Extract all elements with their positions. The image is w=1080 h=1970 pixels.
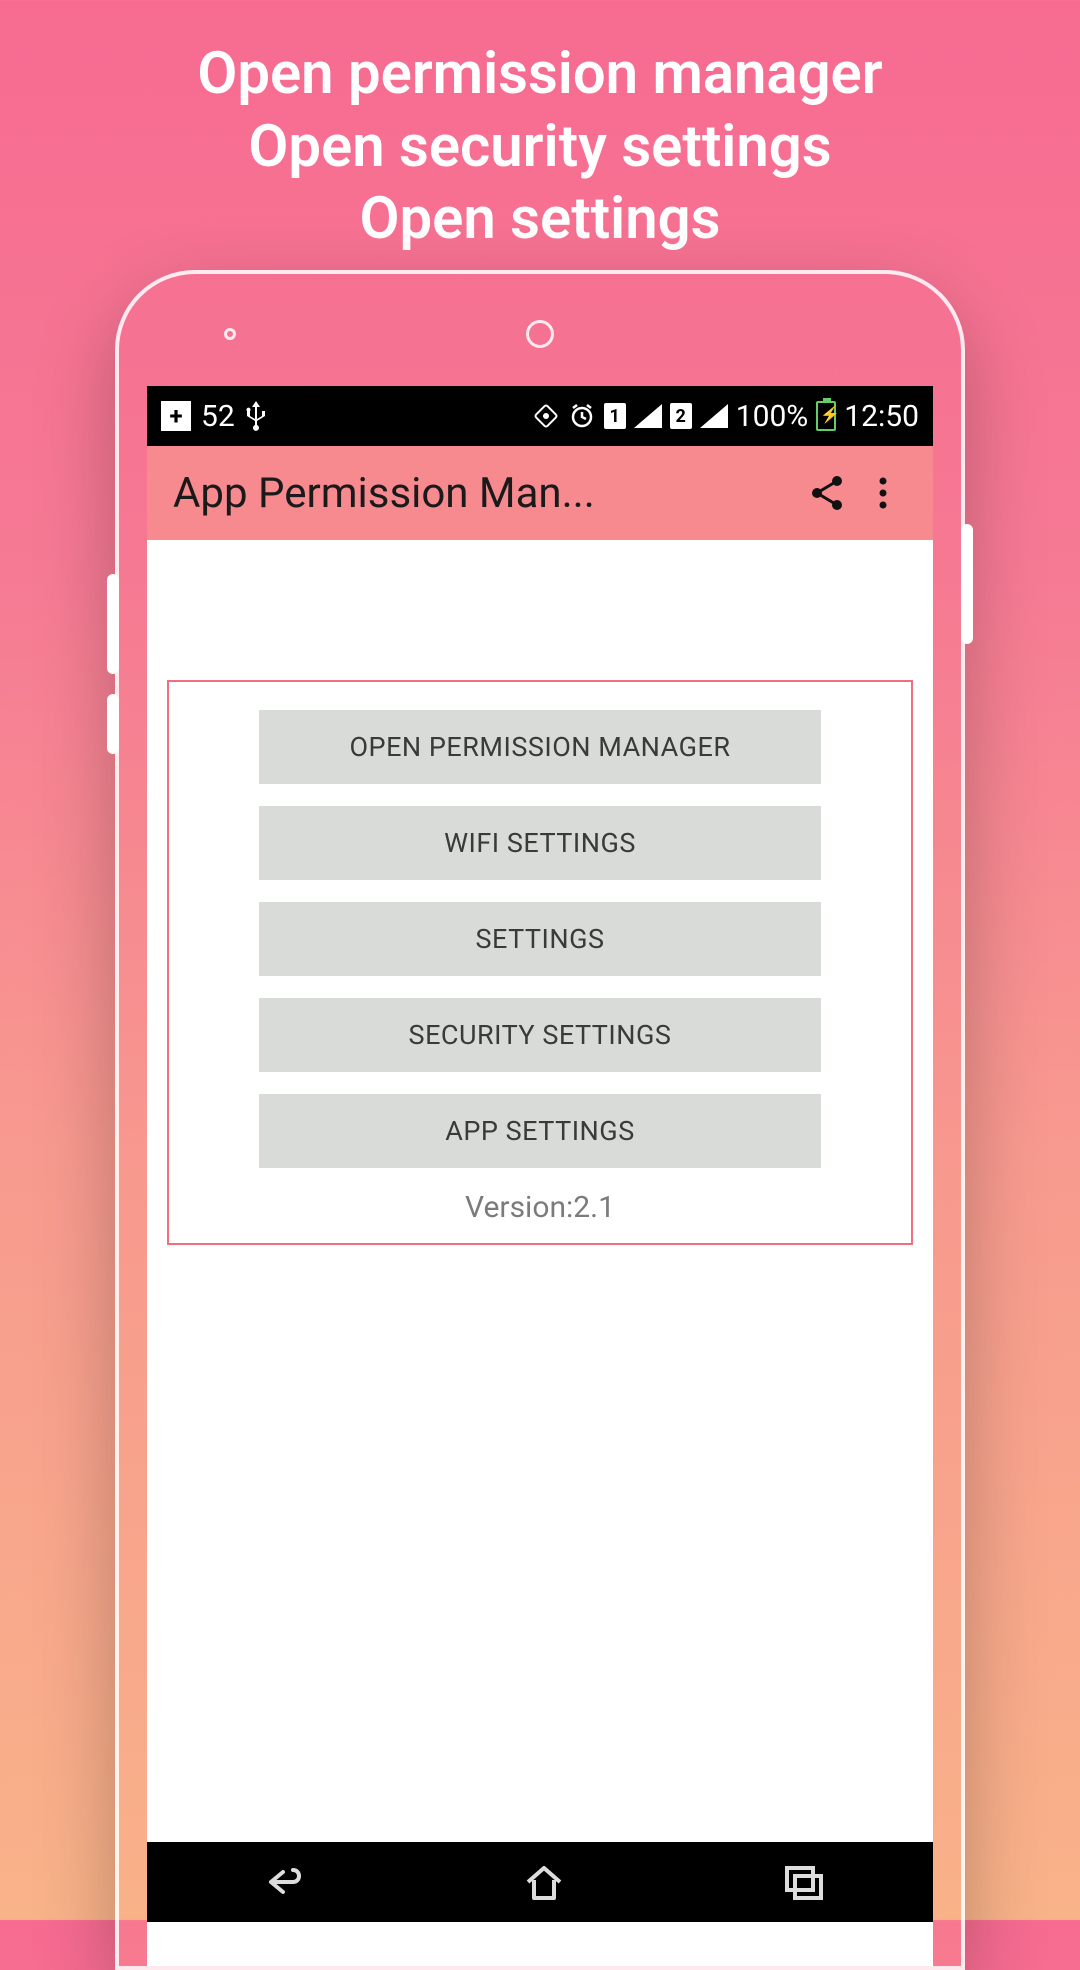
status-temp: 52 [201, 399, 235, 434]
plus-icon: + [161, 401, 191, 431]
more-vert-icon [871, 473, 895, 513]
alarm-icon [568, 402, 596, 430]
back-button[interactable] [253, 1860, 309, 1904]
recent-icon [779, 1860, 827, 1904]
share-button[interactable] [799, 465, 855, 521]
app-settings-button[interactable]: APP SETTINGS [259, 1094, 821, 1168]
promo-line-2: Open security settings [20, 111, 1060, 184]
battery-percent: 100% [736, 399, 809, 434]
sim2-icon: 2 [670, 403, 692, 429]
back-icon [253, 1860, 309, 1904]
promo-line-1: Open permission manager [20, 38, 1060, 111]
main-content: OPEN PERMISSION MANAGER WIFI SETTINGS SE… [147, 540, 933, 1245]
phone-side-button [961, 524, 973, 644]
phone-frame: + 52 1 2 100% [115, 270, 965, 1970]
overflow-menu-button[interactable] [855, 465, 911, 521]
phone-camera [224, 328, 236, 340]
wifi-settings-button[interactable]: WIFI SETTINGS [259, 806, 821, 880]
actions-card: OPEN PERMISSION MANAGER WIFI SETTINGS SE… [167, 680, 913, 1245]
promo-heading: Open permission manager Open security se… [0, 0, 1080, 266]
signal-icon [700, 404, 728, 428]
security-settings-button[interactable]: SECURITY SETTINGS [259, 998, 821, 1072]
usb-icon [245, 401, 267, 431]
phone-side-button [107, 574, 119, 674]
sim1-icon: 1 [604, 403, 626, 429]
promo-line-3: Open settings [20, 183, 1060, 256]
recent-apps-button[interactable] [779, 1860, 827, 1904]
phone-side-button [107, 694, 119, 754]
home-button[interactable] [520, 1860, 568, 1904]
battery-icon [816, 401, 836, 431]
app-title: App Permission Man... [173, 469, 799, 518]
open-permission-manager-button[interactable]: OPEN PERMISSION MANAGER [259, 710, 821, 784]
settings-button[interactable]: SETTINGS [259, 902, 821, 976]
status-time: 12:50 [844, 399, 919, 434]
status-bar: + 52 1 2 100% [147, 386, 933, 446]
version-label: Version:2.1 [259, 1190, 821, 1225]
rotate-icon [532, 402, 560, 430]
phone-speaker [526, 320, 554, 348]
app-bar: App Permission Man... [147, 446, 933, 540]
android-nav-bar [147, 1842, 933, 1922]
signal-icon [634, 404, 662, 428]
home-icon [520, 1860, 568, 1904]
share-icon [807, 473, 847, 513]
phone-screen: + 52 1 2 100% [147, 386, 933, 1966]
